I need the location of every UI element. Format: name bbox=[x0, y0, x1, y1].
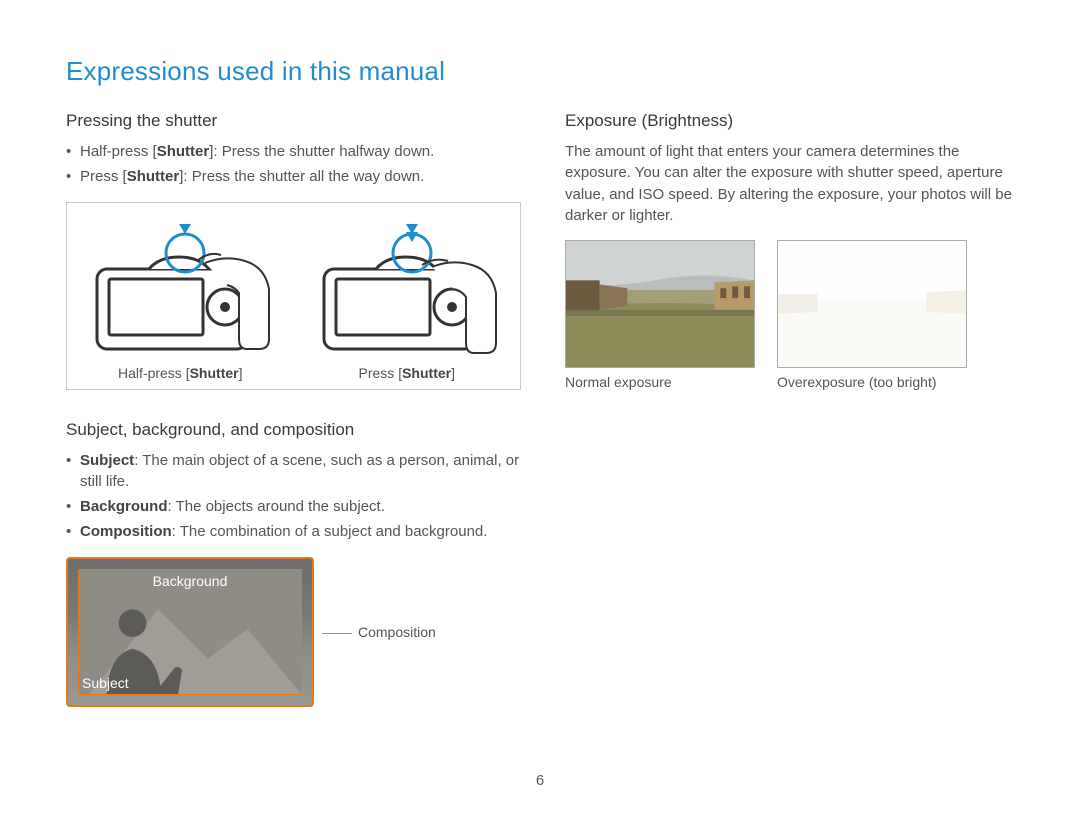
composition-label-background: Background bbox=[68, 573, 312, 589]
half-press-figure: Half-press [Shutter] bbox=[67, 213, 294, 381]
page-number: 6 bbox=[0, 772, 1080, 789]
page-title: Expressions used in this manual bbox=[66, 56, 1020, 87]
normal-exposure-cell: Normal exposure bbox=[565, 240, 755, 390]
bullet-full-press: Press [Shutter]: Press the shutter all t… bbox=[66, 166, 521, 187]
half-press-caption: Half-press [Shutter] bbox=[118, 365, 242, 381]
two-column-layout: Pressing the shutter Half-press [Shutter… bbox=[66, 111, 1020, 737]
bullet-composition: Composition: The combination of a subjec… bbox=[66, 521, 521, 542]
composition-leader-line bbox=[322, 633, 352, 634]
camera-fullpress-icon bbox=[312, 213, 502, 363]
full-press-figure: Press [Shutter] bbox=[294, 213, 521, 381]
overexposure-image bbox=[777, 240, 967, 368]
composition-label-composition: Composition bbox=[322, 624, 436, 640]
exposure-section: Exposure (Brightness) The amount of ligh… bbox=[565, 111, 1020, 390]
bullet-background: Background: The objects around the subje… bbox=[66, 496, 521, 517]
overexposure-caption: Overexposure (too bright) bbox=[777, 374, 967, 390]
sbc-heading: Subject, background, and composition bbox=[66, 420, 521, 440]
full-press-caption: Press [Shutter] bbox=[359, 365, 455, 381]
composition-figure: Background Subject bbox=[66, 557, 314, 707]
sbc-section: Subject, background, and composition Sub… bbox=[66, 420, 521, 707]
river-photo-icon bbox=[566, 241, 754, 367]
overexposure-cell: Overexposure (too bright) bbox=[777, 240, 967, 390]
bullet-subject: Subject: The main object of a scene, suc… bbox=[66, 450, 521, 493]
normal-exposure-image bbox=[565, 240, 755, 368]
camera-halfpress-icon bbox=[85, 213, 275, 363]
sbc-bullets: Subject: The main object of a scene, suc… bbox=[66, 450, 521, 543]
normal-exposure-caption: Normal exposure bbox=[565, 374, 755, 390]
manual-page: Expressions used in this manual Pressing… bbox=[0, 0, 1080, 815]
bullet-half-press: Half-press [Shutter]: Press the shutter … bbox=[66, 141, 521, 162]
pressing-shutter-section: Pressing the shutter Half-press [Shutter… bbox=[66, 111, 521, 390]
exposure-body: The amount of light that enters your cam… bbox=[565, 141, 1020, 226]
right-column: Exposure (Brightness) The amount of ligh… bbox=[565, 111, 1020, 737]
pressing-shutter-heading: Pressing the shutter bbox=[66, 111, 521, 131]
pressing-shutter-bullets: Half-press [Shutter]: Press the shutter … bbox=[66, 141, 521, 188]
composition-figure-wrap: Background Subject Composition bbox=[66, 557, 521, 707]
composition-label-subject: Subject bbox=[82, 675, 129, 691]
overexposed-photo-icon bbox=[778, 241, 966, 367]
shutter-illustration-box: Half-press [Shutter] bbox=[66, 202, 521, 390]
exposure-examples-row: Normal exposure Overexposure (too bright… bbox=[565, 240, 1020, 390]
exposure-heading: Exposure (Brightness) bbox=[565, 111, 1020, 131]
left-column: Pressing the shutter Half-press [Shutter… bbox=[66, 111, 521, 737]
